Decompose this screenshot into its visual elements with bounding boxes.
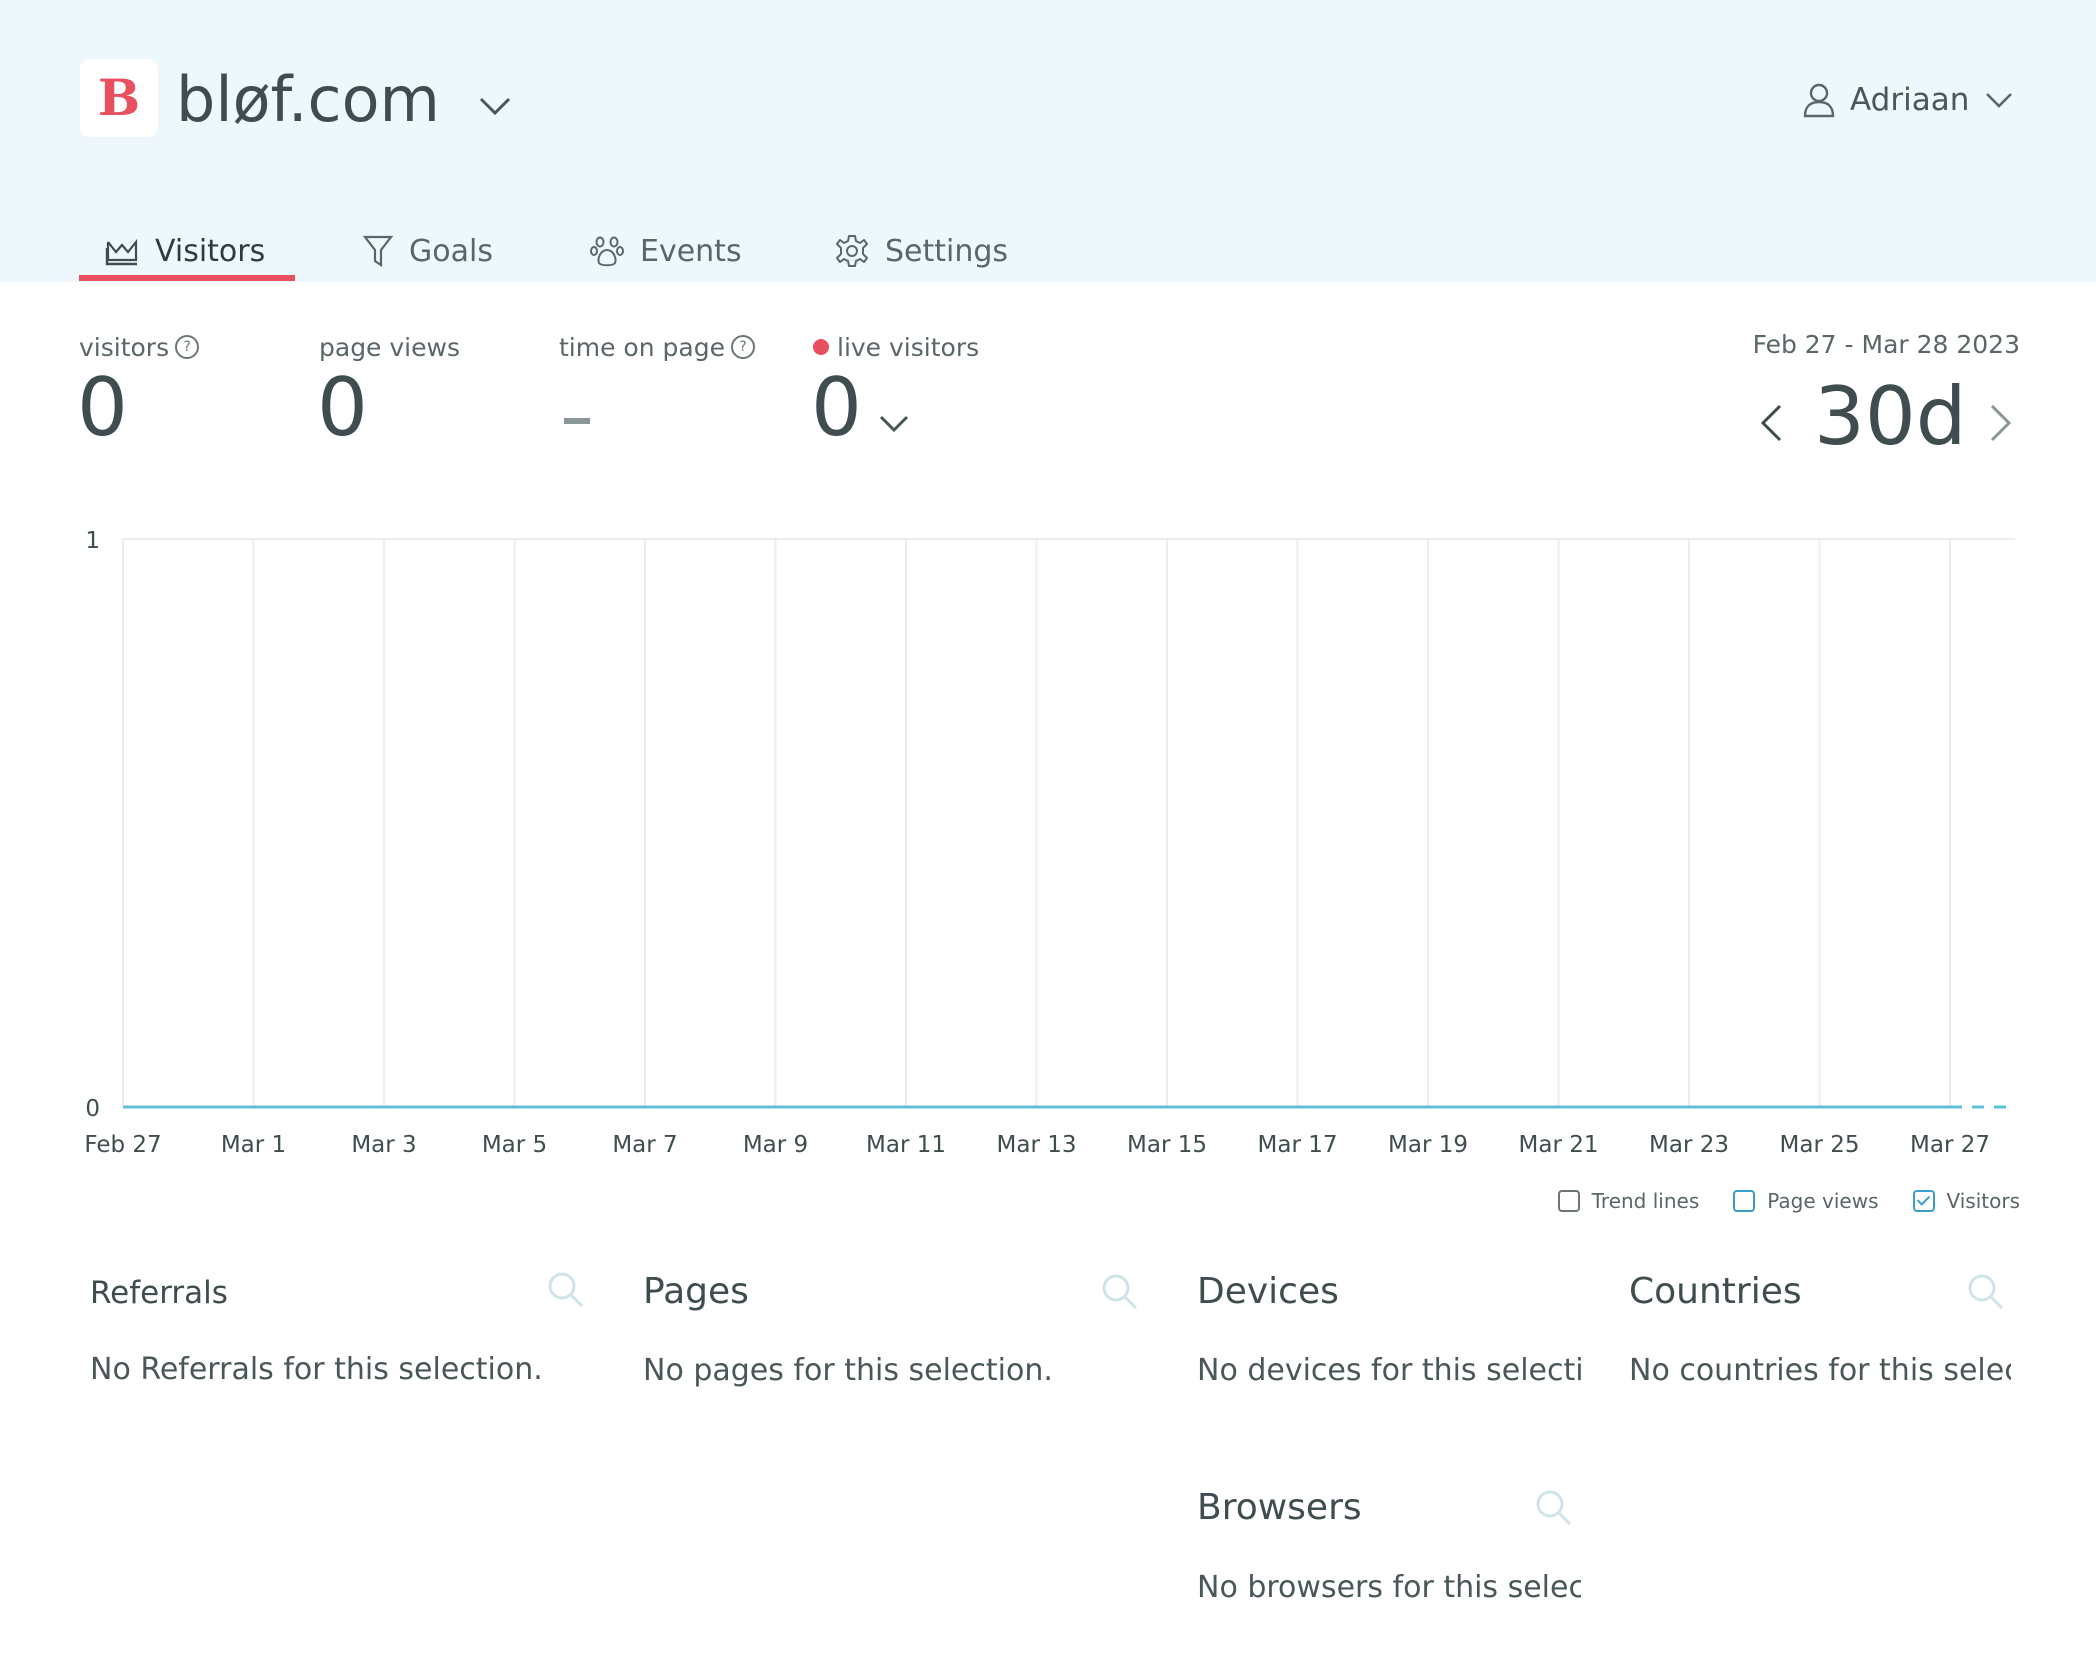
y-tick-label: 1 — [85, 528, 100, 554]
x-tick-label: Mar 11 — [866, 1132, 946, 1158]
legend-page-views-label: Page views — [1767, 1189, 1879, 1213]
x-tick-label: Mar 15 — [1127, 1132, 1207, 1158]
countries-search-icon[interactable] — [1966, 1272, 2006, 1312]
x-tick-label: Mar 23 — [1649, 1132, 1729, 1158]
panel-devices-title: Devices — [1197, 1271, 1339, 1312]
panel-pages: Pages No pages for this selection. — [643, 1266, 1163, 1406]
x-tick-label: Mar 1 — [221, 1132, 286, 1158]
x-tick-label: Mar 7 — [612, 1132, 677, 1158]
x-tick-label: Mar 17 — [1258, 1132, 1338, 1158]
panel-pages-title: Pages — [643, 1271, 749, 1312]
x-tick-label: Mar 19 — [1388, 1132, 1468, 1158]
chart-legend: Trend lines Page views Visitors — [1524, 1188, 2020, 1214]
panel-countries: Countries No countries for this selectio… — [1629, 1266, 2011, 1406]
x-tick-label: Mar 21 — [1519, 1132, 1599, 1158]
panel-referrals-title: Referrals — [90, 1275, 228, 1311]
panel-browsers-empty: No browsers for this selection. — [1197, 1570, 1581, 1605]
visitors-checkbox[interactable] — [1912, 1190, 1935, 1212]
referrals-search-icon[interactable] — [546, 1270, 586, 1310]
legend-page-views[interactable]: Page views — [1733, 1189, 1879, 1213]
page-views-checkbox[interactable] — [1733, 1190, 1756, 1212]
panel-pages-empty: No pages for this selection. — [643, 1353, 1053, 1388]
x-tick-label: Mar 3 — [351, 1132, 416, 1158]
panel-countries-title: Countries — [1629, 1271, 1802, 1312]
legend-visitors-label: Visitors — [1946, 1189, 2021, 1213]
x-tick-label: Mar 9 — [743, 1132, 808, 1158]
panel-referrals-empty: No Referrals for this selection. — [90, 1352, 543, 1387]
pages-search-icon[interactable] — [1100, 1272, 1140, 1312]
x-tick-label: Mar 25 — [1780, 1132, 1860, 1158]
legend-visitors[interactable]: Visitors — [1912, 1189, 2021, 1213]
panel-browsers-title: Browsers — [1197, 1487, 1362, 1528]
panel-browsers: Browsers No browsers for this selection. — [1197, 1482, 1581, 1622]
panel-devices-empty: No devices for this selection. — [1197, 1353, 1581, 1388]
legend-trend-lines-label: Trend lines — [1591, 1189, 1700, 1213]
browsers-search-icon[interactable] — [1534, 1488, 1574, 1528]
panel-devices: Devices No devices for this selection. — [1197, 1266, 1581, 1406]
trend-lines-checkbox[interactable] — [1557, 1190, 1580, 1212]
legend-trend-lines[interactable]: Trend lines — [1557, 1189, 1700, 1213]
visitors-chart[interactable]: Feb 27 Mar 1 Mar 3 Mar 5 Mar 7 Mar 9 Mar 11 Mar… — [0, 0, 2096, 1180]
x-tick-label: Mar 13 — [997, 1132, 1077, 1158]
panel-referrals: Referrals No Referrals for this selectio… — [90, 1270, 590, 1410]
panel-countries-empty: No countries for this selection. — [1629, 1353, 2011, 1388]
x-tick-label: Feb 27 — [84, 1132, 161, 1158]
y-tick-label: 0 — [85, 1096, 100, 1122]
x-tick-label: Mar 5 — [482, 1132, 547, 1158]
x-tick-label: Mar 27 — [1910, 1132, 1990, 1158]
